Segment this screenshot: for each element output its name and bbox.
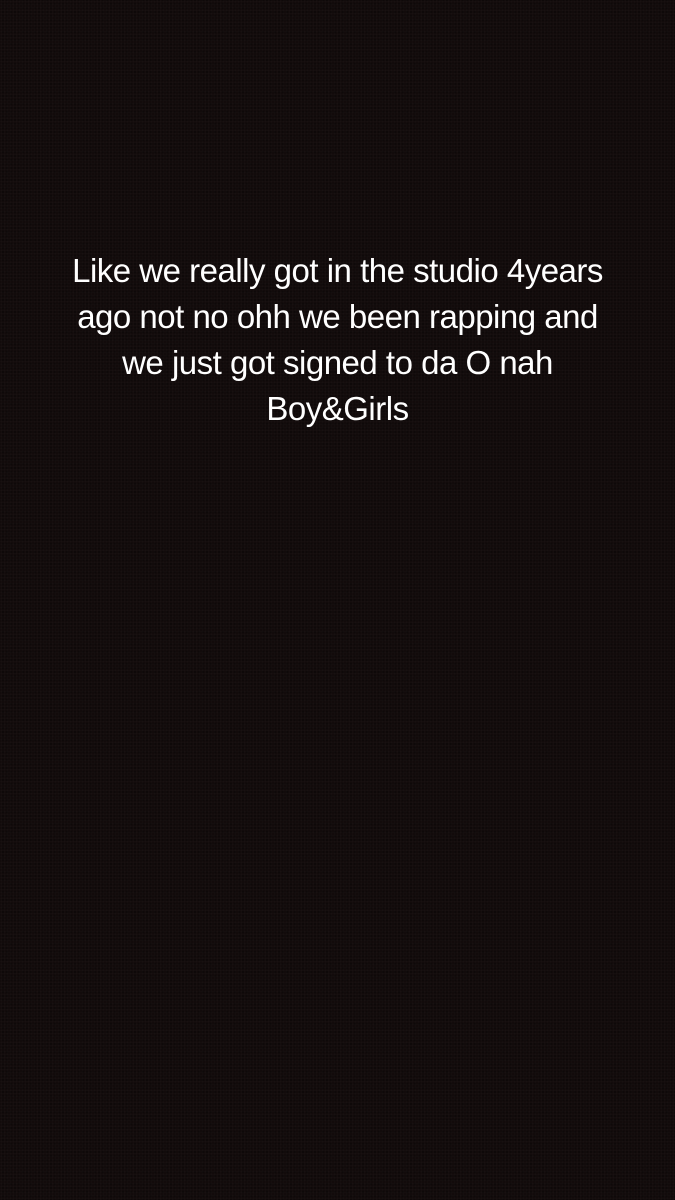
story-canvas: Like we really got in the studio 4years …	[0, 0, 675, 1200]
caption-line-3: we just got signed to da O nah	[122, 344, 553, 381]
caption-line-2: ago not no ohh we been rapping and	[77, 298, 598, 335]
story-text-caption: Like we really got in the studio 4years …	[40, 248, 635, 432]
caption-line-1: Like we really got in the studio 4years	[72, 252, 603, 289]
caption-line-4: Boy&Girls	[266, 390, 409, 427]
